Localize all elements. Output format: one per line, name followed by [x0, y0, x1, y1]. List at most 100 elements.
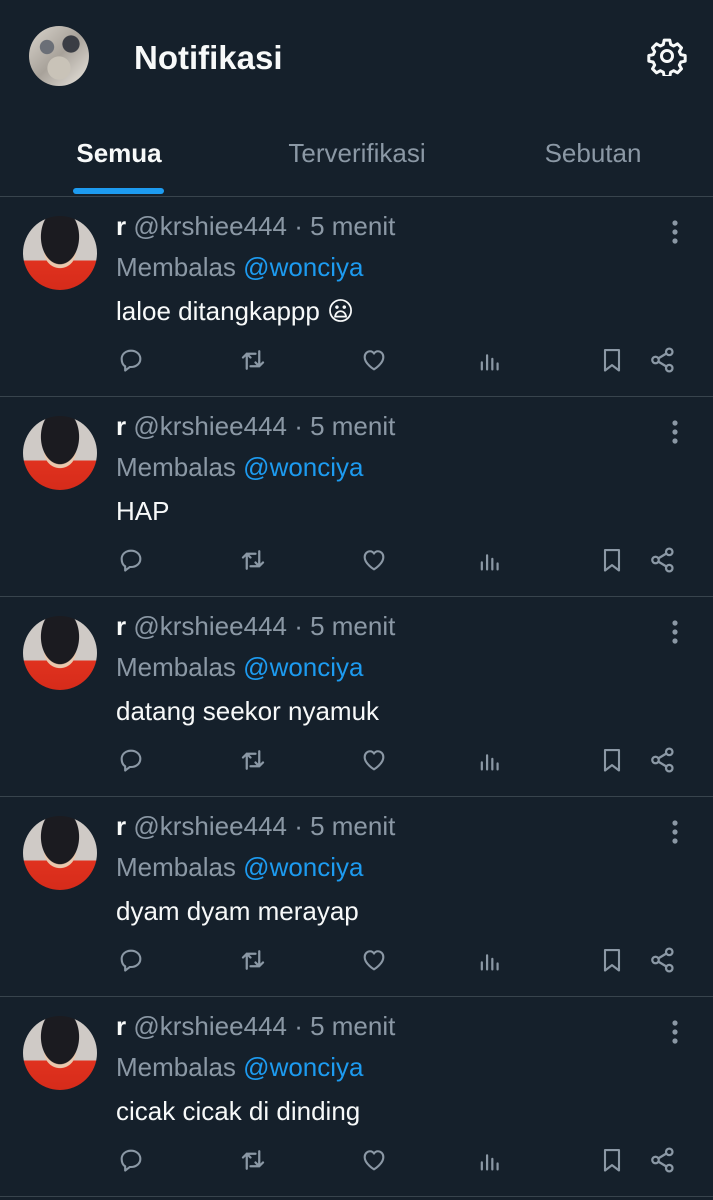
retweet-button[interactable] — [238, 1145, 268, 1175]
list-item[interactable]: r @krshiee444 · 5 menit Membalas @wonciy… — [0, 597, 713, 797]
more-options-button[interactable] — [660, 1017, 690, 1047]
post-text: laloe ditangkappp 😦 — [116, 296, 355, 326]
mention-link[interactable]: @wonciya — [243, 452, 363, 482]
reply-icon — [120, 949, 142, 972]
share-button[interactable] — [648, 945, 678, 975]
avatar[interactable] — [23, 616, 97, 690]
list-item[interactable]: r @krshiee444 · 5 menit Membalas @wonciy… — [0, 997, 713, 1197]
share-button[interactable] — [648, 345, 678, 375]
bookmark-icon — [603, 349, 621, 372]
reply-prefix: Membalas — [116, 452, 236, 482]
list-item[interactable]: r @krshiee444 · 5 menit Membalas @wonciy… — [0, 197, 713, 397]
post-meta: r @krshiee444 · 5 menit — [116, 409, 395, 443]
post-meta: r @krshiee444 · 5 menit — [116, 809, 395, 843]
profile-avatar[interactable] — [29, 26, 89, 86]
like-button[interactable] — [359, 745, 389, 775]
views-button[interactable] — [475, 745, 505, 775]
display-name[interactable]: r — [116, 211, 126, 241]
reply-button[interactable] — [116, 945, 146, 975]
avatar[interactable] — [23, 1016, 97, 1090]
share-button[interactable] — [648, 1145, 678, 1175]
display-name[interactable]: r — [116, 411, 126, 441]
active-tab-indicator — [73, 188, 164, 194]
display-name[interactable]: r — [116, 611, 126, 641]
display-name[interactable]: r — [116, 811, 126, 841]
tab-all[interactable]: Semua — [42, 110, 196, 196]
mention-link[interactable]: @wonciya — [243, 852, 363, 882]
share-button[interactable] — [648, 545, 678, 575]
retweet-button[interactable] — [238, 745, 268, 775]
more-vertical-icon — [672, 1020, 678, 1044]
like-button[interactable] — [359, 1145, 389, 1175]
more-vertical-icon — [672, 820, 678, 844]
retweet-button[interactable] — [238, 545, 268, 575]
like-button[interactable] — [359, 545, 389, 575]
user-handle[interactable]: @krshiee444 — [133, 411, 287, 441]
views-button[interactable] — [475, 345, 505, 375]
user-handle[interactable]: @krshiee444 — [133, 811, 287, 841]
post-time: 5 menit — [310, 1011, 396, 1041]
list-item[interactable]: r @krshiee444 · 5 menit Membalas @wonciy… — [0, 797, 713, 997]
mention-link[interactable]: @wonciya — [243, 1052, 363, 1082]
separator-dot: · — [294, 411, 303, 441]
user-handle[interactable]: @krshiee444 — [133, 1011, 287, 1041]
more-options-button[interactable] — [660, 217, 690, 247]
share-icon — [651, 947, 674, 973]
reply-button[interactable] — [116, 545, 146, 575]
like-button[interactable] — [359, 945, 389, 975]
top-bar: Notifikasi — [0, 0, 713, 110]
bookmark-icon — [603, 949, 621, 972]
bookmark-button[interactable] — [597, 1145, 627, 1175]
bookmark-button[interactable] — [597, 345, 627, 375]
like-button[interactable] — [359, 345, 389, 375]
bookmark-icon — [603, 749, 621, 772]
retweet-button[interactable] — [238, 345, 268, 375]
avatar[interactable] — [23, 416, 97, 490]
views-button[interactable] — [475, 545, 505, 575]
reply-icon — [120, 1149, 142, 1172]
share-icon — [651, 547, 674, 573]
more-options-button[interactable] — [660, 817, 690, 847]
reply-button[interactable] — [116, 345, 146, 375]
heart-icon — [363, 550, 385, 571]
retweet-icon — [241, 950, 265, 970]
mention-link[interactable]: @wonciya — [243, 652, 363, 682]
user-handle[interactable]: @krshiee444 — [133, 211, 287, 241]
tab-verified[interactable]: Terverifikasi — [250, 110, 464, 196]
post-text: cicak cicak di dinding — [116, 1096, 361, 1126]
views-button[interactable] — [475, 945, 505, 975]
reply-button[interactable] — [116, 745, 146, 775]
retweet-icon — [241, 750, 265, 770]
bookmark-button[interactable] — [597, 945, 627, 975]
retweet-icon — [241, 1150, 265, 1170]
post-meta: r @krshiee444 · 5 menit — [116, 609, 395, 643]
views-icon — [480, 954, 499, 971]
reply-context: Membalas @wonciya — [116, 450, 364, 484]
heart-icon — [363, 350, 385, 371]
separator-dot: · — [294, 1011, 303, 1041]
page-title: Notifikasi — [134, 39, 283, 76]
avatar[interactable] — [23, 216, 97, 290]
display-name[interactable]: r — [116, 1011, 126, 1041]
tab-mentions[interactable]: Sebutan — [510, 110, 676, 196]
share-icon — [651, 1147, 674, 1173]
bookmark-button[interactable] — [597, 545, 627, 575]
separator-dot: · — [294, 611, 303, 641]
reply-context: Membalas @wonciya — [116, 1050, 364, 1084]
post-time: 5 menit — [310, 811, 396, 841]
settings-button[interactable] — [644, 33, 690, 79]
share-button[interactable] — [648, 745, 678, 775]
separator-dot: · — [294, 811, 303, 841]
list-item[interactable]: r @krshiee444 · 5 menit Membalas @wonciy… — [0, 397, 713, 597]
more-options-button[interactable] — [660, 417, 690, 447]
retweet-button[interactable] — [238, 945, 268, 975]
mention-link[interactable]: @wonciya — [243, 252, 363, 282]
views-button[interactable] — [475, 1145, 505, 1175]
user-handle[interactable]: @krshiee444 — [133, 611, 287, 641]
avatar[interactable] — [23, 816, 97, 890]
reply-prefix: Membalas — [116, 852, 236, 882]
bookmark-button[interactable] — [597, 745, 627, 775]
more-options-button[interactable] — [660, 617, 690, 647]
reply-prefix: Membalas — [116, 1052, 236, 1082]
reply-button[interactable] — [116, 1145, 146, 1175]
